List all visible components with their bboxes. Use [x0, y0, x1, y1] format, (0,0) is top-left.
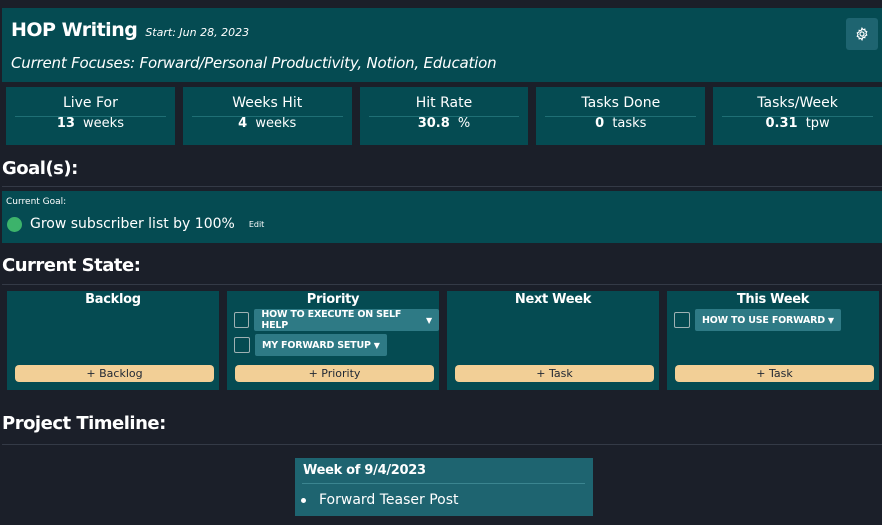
task-dropdown[interactable]: HOW TO EXECUTE ON SELF HELP ▼	[254, 309, 439, 331]
stat-unit: %	[457, 116, 471, 131]
stat-number: 0.31	[765, 116, 798, 131]
current-state-heading: Current State:	[2, 255, 141, 276]
task-checkbox[interactable]	[234, 312, 250, 328]
column-title: Next Week	[514, 292, 592, 307]
settings-button[interactable]	[846, 18, 878, 50]
timeline-item: Forward Teaser Post	[301, 492, 459, 508]
goal-status-dot	[7, 216, 22, 232]
task-item: HOW TO EXECUTE ON SELF HELP ▼	[234, 309, 439, 331]
current-goal-label: Current Goal:	[6, 197, 67, 207]
title-row: HOP Writing Start: Jun 28, 2023	[11, 19, 249, 41]
task-label: HOW TO EXECUTE ON SELF HELP	[261, 309, 402, 331]
timeline-item-label: Forward Teaser Post	[319, 492, 459, 508]
task-label: HOW TO USE FORWARD	[702, 314, 825, 326]
bullet-icon	[301, 497, 306, 503]
goal-text: Grow subscriber list by 100%	[30, 216, 235, 232]
section-divider	[2, 444, 882, 445]
stat-value: 13 weeks	[6, 116, 175, 131]
project-header: HOP Writing Start: Jun 28, 2023 Current …	[2, 8, 882, 82]
stat-divider	[368, 116, 520, 117]
stat-label: Tasks Done	[581, 95, 661, 111]
stat-divider	[15, 116, 166, 117]
stat-number: 0	[595, 116, 605, 131]
add-task-button[interactable]: + Task	[675, 365, 874, 382]
stat-number: 13	[56, 116, 75, 131]
stat-label: Live For	[62, 95, 118, 111]
stat-divider	[545, 116, 697, 117]
stat-value: 30.8 %	[360, 116, 529, 131]
column-next-week: Next Week + Task	[447, 291, 659, 390]
stat-value: 0 tasks	[536, 116, 705, 131]
column-title: Backlog	[85, 292, 141, 307]
goal-panel: Current Goal: Grow subscriber list by 10…	[2, 191, 882, 243]
current-focuses: Current Focuses: Forward/Personal Produc…	[11, 54, 497, 72]
start-date: Start: Jun 28, 2023	[145, 26, 250, 39]
stat-weeks-hit: Weeks Hit 4 weeks	[182, 87, 352, 145]
task-item: HOW TO USE FORWARD ▼	[674, 309, 841, 331]
column-priority: Priority HOW TO EXECUTE ON SELF HELP ▼ MY…	[227, 291, 439, 390]
section-divider	[2, 284, 882, 285]
edit-goal-link[interactable]: Edit	[249, 220, 265, 229]
stat-label: Hit Rate	[415, 95, 473, 111]
caret-down-icon: ▼	[827, 315, 834, 325]
stat-unit: tpw	[805, 116, 830, 131]
stat-divider	[191, 116, 343, 117]
column-this-week: This Week HOW TO USE FORWARD ▼ + Task	[667, 291, 879, 390]
stat-hit-rate: Hit Rate 30.8 %	[359, 87, 529, 145]
week-divider	[302, 483, 585, 484]
stat-live-for: Live For 13 weeks	[6, 87, 175, 145]
add-task-button[interactable]: + Task	[455, 365, 654, 382]
column-backlog: Backlog + Backlog	[7, 291, 219, 390]
task-checkbox[interactable]	[234, 337, 250, 353]
caret-down-icon: ▼	[373, 340, 380, 350]
timeline-heading: Project Timeline:	[2, 413, 166, 434]
stat-number: 4	[238, 116, 248, 131]
stat-tasks-done: Tasks Done 0 tasks	[536, 87, 706, 145]
project-title: HOP Writing	[11, 19, 138, 41]
stat-label: Tasks/Week	[757, 95, 838, 111]
add-backlog-button[interactable]: + Backlog	[15, 365, 214, 382]
stat-label: Weeks Hit	[232, 95, 303, 111]
stat-number: 30.8	[417, 116, 450, 131]
stat-divider	[722, 116, 873, 117]
task-checkbox[interactable]	[674, 312, 690, 328]
stat-unit: tasks	[612, 116, 647, 131]
stats-row: Live For 13 weeks Weeks Hit 4 weeks Hit …	[6, 87, 882, 145]
stat-unit: weeks	[83, 116, 124, 131]
stat-value: 0.31 tpw	[713, 116, 882, 131]
section-divider	[2, 186, 882, 187]
task-dropdown[interactable]: HOW TO USE FORWARD ▼	[695, 309, 841, 331]
stat-value: 4 weeks	[183, 116, 352, 131]
timeline-week-card: Week of 9/4/2023 Forward Teaser Post	[295, 458, 593, 516]
stat-unit: weeks	[255, 116, 297, 131]
task-label: MY FORWARD SETUP	[262, 339, 371, 351]
task-item: MY FORWARD SETUP ▼	[234, 334, 387, 356]
column-title: This Week	[736, 292, 810, 307]
week-title: Week of 9/4/2023	[303, 463, 426, 478]
gear-icon	[856, 27, 868, 41]
goal-row: Grow subscriber list by 100% Edit	[7, 216, 264, 232]
goals-heading: Goal(s):	[2, 158, 78, 179]
caret-down-icon: ▼	[426, 315, 432, 325]
task-dropdown[interactable]: MY FORWARD SETUP ▼	[255, 334, 387, 356]
kanban-board: Backlog + Backlog Priority HOW TO EXECUT…	[7, 291, 882, 390]
column-title: Priority	[306, 292, 360, 307]
stat-tasks-per-week: Tasks/Week 0.31 tpw	[713, 87, 882, 145]
add-priority-button[interactable]: + Priority	[235, 365, 434, 382]
